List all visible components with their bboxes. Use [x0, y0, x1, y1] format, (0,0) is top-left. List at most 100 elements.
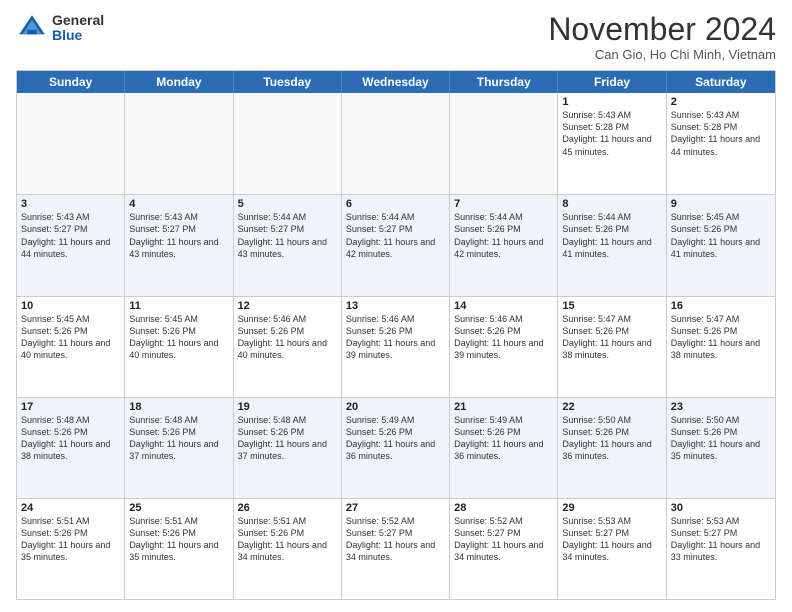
logo-text: General Blue [52, 13, 104, 44]
calendar-week-4: 17 Sunrise: 5:48 AMSunset: 5:26 PMDayligh… [17, 397, 775, 498]
day-number: 7 [454, 198, 553, 210]
day-info: Sunrise: 5:48 AMSunset: 5:26 PMDaylight:… [129, 414, 228, 463]
day-info: Sunrise: 5:51 AMSunset: 5:26 PMDaylight:… [238, 515, 337, 564]
table-row: 10Sunrise: 5:45 AMSunset: 5:26 PMDayligh… [17, 297, 125, 397]
table-row: 22Sunrise: 5:50 AMSunset: 5:26 PMDayligh… [558, 398, 666, 498]
day-number: 9 [671, 198, 771, 210]
table-row: 17Sunrise: 5:48 AMSunset: 5:26 PMDayligh… [17, 398, 125, 498]
table-row [17, 93, 125, 194]
day-number: 17 [21, 401, 120, 413]
weekday-header-wednesday: Wednesday [342, 71, 450, 93]
day-info: Sunrise: 5:49 AMSunset: 5:26 PMDaylight:… [346, 414, 445, 463]
day-info: Sunrise: 5:53 AMSunset: 5:27 PMDaylight:… [671, 515, 771, 564]
day-number: 12 [238, 300, 337, 312]
calendar-week-3: 10Sunrise: 5:45 AMSunset: 5:26 PMDayligh… [17, 296, 775, 397]
day-number: 3 [21, 198, 120, 210]
day-number: 5 [238, 198, 337, 210]
day-info: Sunrise: 5:44 AMSunset: 5:26 PMDaylight:… [454, 211, 553, 260]
day-number: 18 [129, 401, 228, 413]
table-row: 18Sunrise: 5:48 AMSunset: 5:26 PMDayligh… [125, 398, 233, 498]
table-row: 23Sunrise: 5:50 AMSunset: 5:26 PMDayligh… [667, 398, 775, 498]
table-row: 1Sunrise: 5:43 AMSunset: 5:28 PMDaylight… [558, 93, 666, 194]
day-number: 15 [562, 300, 661, 312]
day-info: Sunrise: 5:52 AMSunset: 5:27 PMDaylight:… [346, 515, 445, 564]
day-number: 1 [562, 96, 661, 108]
table-row: 5Sunrise: 5:44 AMSunset: 5:27 PMDaylight… [234, 195, 342, 295]
day-number: 16 [671, 300, 771, 312]
logo-general-text: General [52, 13, 104, 28]
day-info: Sunrise: 5:43 AMSunset: 5:27 PMDaylight:… [129, 211, 228, 260]
day-info: Sunrise: 5:46 AMSunset: 5:26 PMDaylight:… [454, 313, 553, 362]
day-info: Sunrise: 5:44 AMSunset: 5:27 PMDaylight:… [238, 211, 337, 260]
day-number: 2 [671, 96, 771, 108]
table-row [125, 93, 233, 194]
table-row: 20Sunrise: 5:49 AMSunset: 5:26 PMDayligh… [342, 398, 450, 498]
location: Can Gio, Ho Chi Minh, Vietnam [548, 47, 776, 62]
day-number: 20 [346, 401, 445, 413]
table-row [450, 93, 558, 194]
table-row: 13Sunrise: 5:46 AMSunset: 5:26 PMDayligh… [342, 297, 450, 397]
day-info: Sunrise: 5:51 AMSunset: 5:26 PMDaylight:… [129, 515, 228, 564]
logo: General Blue [16, 12, 104, 44]
table-row [342, 93, 450, 194]
day-number: 4 [129, 198, 228, 210]
day-info: Sunrise: 5:52 AMSunset: 5:27 PMDaylight:… [454, 515, 553, 564]
table-row: 7Sunrise: 5:44 AMSunset: 5:26 PMDaylight… [450, 195, 558, 295]
day-number: 6 [346, 198, 445, 210]
day-info: Sunrise: 5:53 AMSunset: 5:27 PMDaylight:… [562, 515, 661, 564]
weekday-header-monday: Monday [125, 71, 233, 93]
calendar-week-1: 1Sunrise: 5:43 AMSunset: 5:28 PMDaylight… [17, 93, 775, 194]
weekday-header-saturday: Saturday [667, 71, 775, 93]
day-info: Sunrise: 5:44 AMSunset: 5:26 PMDaylight:… [562, 211, 661, 260]
table-row: 24Sunrise: 5:51 AMSunset: 5:26 PMDayligh… [17, 499, 125, 599]
table-row: 4Sunrise: 5:43 AMSunset: 5:27 PMDaylight… [125, 195, 233, 295]
table-row: 30Sunrise: 5:53 AMSunset: 5:27 PMDayligh… [667, 499, 775, 599]
table-row: 3Sunrise: 5:43 AMSunset: 5:27 PMDaylight… [17, 195, 125, 295]
day-info: Sunrise: 5:50 AMSunset: 5:26 PMDaylight:… [671, 414, 771, 463]
weekday-header-thursday: Thursday [450, 71, 558, 93]
day-number: 22 [562, 401, 661, 413]
day-number: 26 [238, 502, 337, 514]
day-info: Sunrise: 5:43 AMSunset: 5:27 PMDaylight:… [21, 211, 120, 260]
day-number: 8 [562, 198, 661, 210]
day-info: Sunrise: 5:50 AMSunset: 5:26 PMDaylight:… [562, 414, 661, 463]
table-row: 2Sunrise: 5:43 AMSunset: 5:28 PMDaylight… [667, 93, 775, 194]
day-info: Sunrise: 5:47 AMSunset: 5:26 PMDaylight:… [671, 313, 771, 362]
table-row: 28Sunrise: 5:52 AMSunset: 5:27 PMDayligh… [450, 499, 558, 599]
day-number: 11 [129, 300, 228, 312]
day-info: Sunrise: 5:48 AMSunset: 5:26 PMDaylight:… [238, 414, 337, 463]
day-info: Sunrise: 5:51 AMSunset: 5:26 PMDaylight:… [21, 515, 120, 564]
table-row [234, 93, 342, 194]
table-row: 25Sunrise: 5:51 AMSunset: 5:26 PMDayligh… [125, 499, 233, 599]
table-row: 16Sunrise: 5:47 AMSunset: 5:26 PMDayligh… [667, 297, 775, 397]
day-info: Sunrise: 5:45 AMSunset: 5:26 PMDaylight:… [671, 211, 771, 260]
page: General Blue November 2024 Can Gio, Ho C… [0, 0, 792, 612]
day-number: 24 [21, 502, 120, 514]
day-number: 29 [562, 502, 661, 514]
weekday-header-friday: Friday [558, 71, 666, 93]
table-row: 14Sunrise: 5:46 AMSunset: 5:26 PMDayligh… [450, 297, 558, 397]
day-number: 21 [454, 401, 553, 413]
table-row: 6Sunrise: 5:44 AMSunset: 5:27 PMDaylight… [342, 195, 450, 295]
day-number: 25 [129, 502, 228, 514]
table-row: 11Sunrise: 5:45 AMSunset: 5:26 PMDayligh… [125, 297, 233, 397]
day-info: Sunrise: 5:44 AMSunset: 5:27 PMDaylight:… [346, 211, 445, 260]
table-row: 21Sunrise: 5:49 AMSunset: 5:26 PMDayligh… [450, 398, 558, 498]
day-number: 30 [671, 502, 771, 514]
day-number: 13 [346, 300, 445, 312]
title-area: November 2024 Can Gio, Ho Chi Minh, Viet… [548, 12, 776, 62]
table-row: 12Sunrise: 5:46 AMSunset: 5:26 PMDayligh… [234, 297, 342, 397]
day-info: Sunrise: 5:46 AMSunset: 5:26 PMDaylight:… [346, 313, 445, 362]
day-info: Sunrise: 5:46 AMSunset: 5:26 PMDaylight:… [238, 313, 337, 362]
day-number: 10 [21, 300, 120, 312]
day-info: Sunrise: 5:49 AMSunset: 5:26 PMDaylight:… [454, 414, 553, 463]
day-number: 14 [454, 300, 553, 312]
month-title: November 2024 [548, 12, 776, 47]
logo-blue-text: Blue [52, 28, 104, 43]
calendar-week-2: 3Sunrise: 5:43 AMSunset: 5:27 PMDaylight… [17, 194, 775, 295]
table-row: 26Sunrise: 5:51 AMSunset: 5:26 PMDayligh… [234, 499, 342, 599]
day-info: Sunrise: 5:45 AMSunset: 5:26 PMDaylight:… [129, 313, 228, 362]
table-row: 9Sunrise: 5:45 AMSunset: 5:26 PMDaylight… [667, 195, 775, 295]
day-info: Sunrise: 5:45 AMSunset: 5:26 PMDaylight:… [21, 313, 120, 362]
day-number: 28 [454, 502, 553, 514]
